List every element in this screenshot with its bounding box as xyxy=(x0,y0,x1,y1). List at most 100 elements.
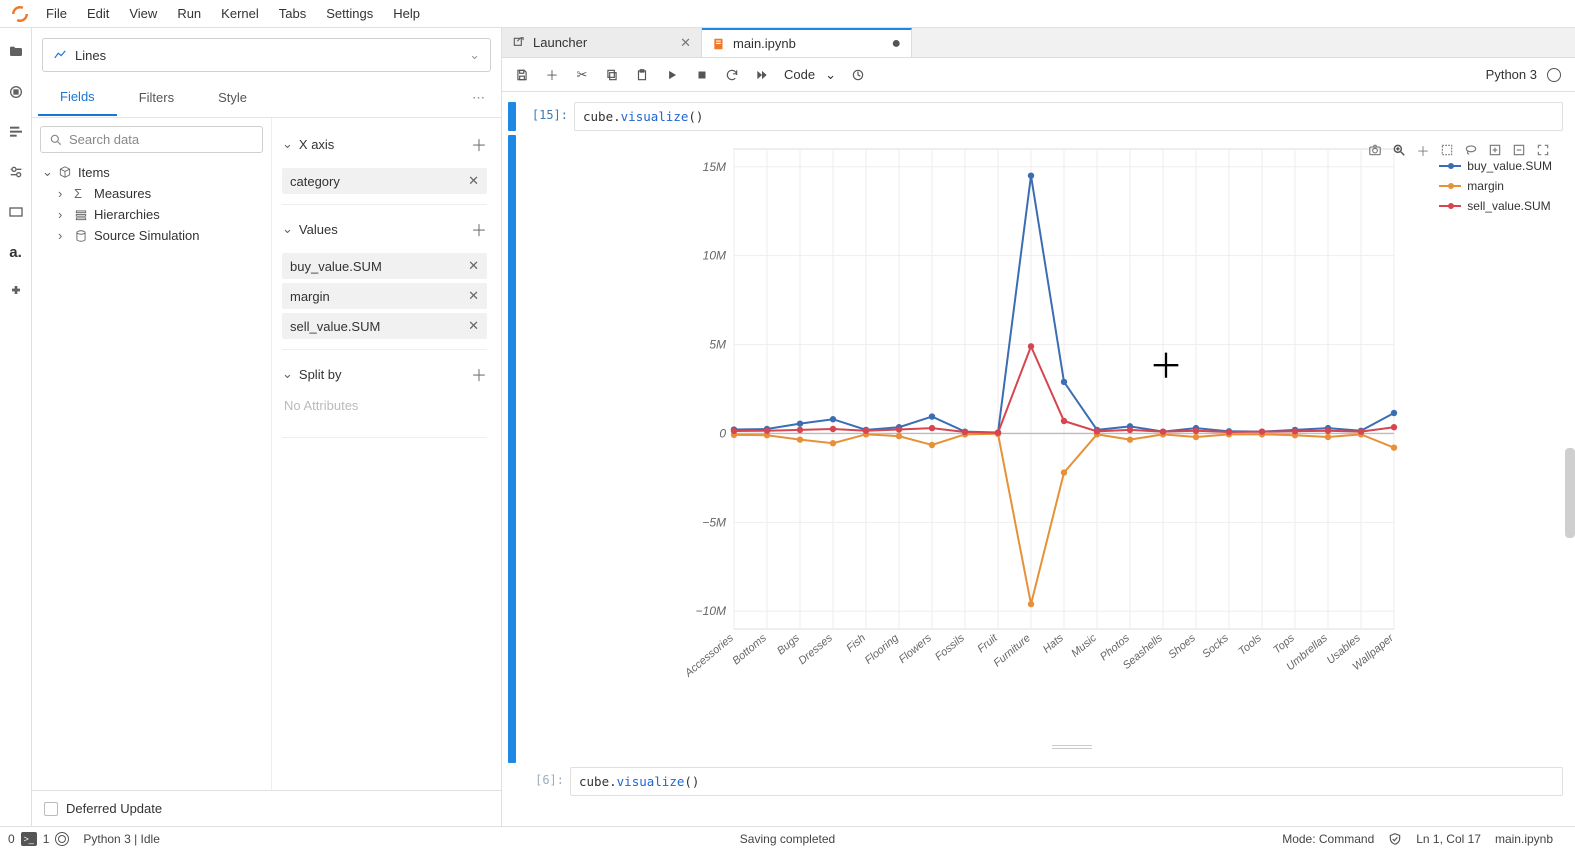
copy-button[interactable] xyxy=(598,62,626,88)
tab-fields[interactable]: Fields xyxy=(38,79,117,116)
svg-text:10M: 10M xyxy=(703,249,726,263)
legend-item[interactable]: buy_value.SUM xyxy=(1439,159,1552,173)
menu-edit[interactable]: Edit xyxy=(77,2,119,25)
svg-text:Socks: Socks xyxy=(1200,632,1231,661)
status-kernel[interactable]: Python 3 | Idle xyxy=(83,832,160,846)
run-all-button[interactable] xyxy=(748,62,776,88)
kernel-status-icon[interactable] xyxy=(1547,68,1561,82)
atoti-icon[interactable]: a. xyxy=(7,243,25,261)
tree-root-items[interactable]: ⌄ Items xyxy=(40,161,263,183)
scrollbar[interactable] xyxy=(1565,448,1575,538)
chart-svg: −10M−5M05M10M15MAccessoriesBottomsBugsDr… xyxy=(594,139,1554,699)
menu-file[interactable]: File xyxy=(36,2,77,25)
cell-gutter xyxy=(508,767,512,796)
chevron-down-icon[interactable]: ⌄ xyxy=(282,136,293,152)
status-cursor[interactable]: Ln 1, Col 17 xyxy=(1416,832,1481,846)
running-icon[interactable] xyxy=(7,83,25,101)
menu-run[interactable]: Run xyxy=(167,2,211,25)
menu-kernel[interactable]: Kernel xyxy=(211,2,269,25)
pan-icon[interactable]: ＋ xyxy=(1414,141,1432,159)
cut-button[interactable]: ✂ xyxy=(568,62,596,88)
svg-text:Furniture: Furniture xyxy=(991,632,1032,669)
render-button[interactable] xyxy=(844,62,872,88)
legend-item[interactable]: margin xyxy=(1439,179,1552,193)
paste-button[interactable] xyxy=(628,62,656,88)
menu-view[interactable]: View xyxy=(119,2,167,25)
notebook-body[interactable]: [15]: cube.visualize() ＋ xyxy=(502,92,1575,826)
status-file[interactable]: main.ipynb xyxy=(1495,832,1553,846)
code-editor[interactable]: cube.visualize() xyxy=(574,102,1563,131)
more-icon[interactable]: ⋯ xyxy=(464,86,495,110)
output-prompt xyxy=(522,135,574,763)
search-icon xyxy=(49,133,63,147)
chip-label: buy_value.SUM xyxy=(290,259,382,274)
hierarchy-icon xyxy=(74,208,88,222)
status-trust[interactable] xyxy=(1388,832,1402,846)
fields-column: Search data ⌄ Items › Σ Measures xyxy=(32,118,272,790)
svg-text:−5M: −5M xyxy=(702,515,726,529)
chip-margin[interactable]: margin✕ xyxy=(282,283,487,309)
add-xaxis-button[interactable]: ＋ xyxy=(471,132,487,156)
add-splitby-button[interactable]: ＋ xyxy=(471,362,487,386)
menu-settings[interactable]: Settings xyxy=(316,2,383,25)
restart-button[interactable] xyxy=(718,62,746,88)
camera-icon[interactable] xyxy=(1366,141,1384,159)
extensions-icon[interactable] xyxy=(7,283,25,301)
menu-tabs[interactable]: Tabs xyxy=(269,2,316,25)
stop-button[interactable] xyxy=(688,62,716,88)
dirty-indicator-icon[interactable]: ● xyxy=(891,35,901,53)
tab-main-ipynb[interactable]: main.ipynb ● xyxy=(702,28,912,57)
legend-swatch-icon xyxy=(1439,165,1461,167)
save-button[interactable] xyxy=(508,62,536,88)
svg-text:Flooring: Flooring xyxy=(863,632,902,667)
remove-chip-icon[interactable]: ✕ xyxy=(468,173,479,189)
resize-handle[interactable] xyxy=(1052,745,1092,749)
notebook-area: Launcher ✕ main.ipynb ● ＋ ✂ xyxy=(502,28,1575,826)
chip-category[interactable]: category ✕ xyxy=(282,168,487,194)
tree-item-source-simulation[interactable]: › Source Simulation xyxy=(56,225,263,246)
activity-bar: a. xyxy=(0,28,32,826)
tree-item-measures[interactable]: › Σ Measures xyxy=(56,183,263,204)
chip-buy-value[interactable]: buy_value.SUM ✕ xyxy=(282,253,487,279)
tab-title: Launcher xyxy=(533,35,587,50)
splitby-placeholder: No Attributes xyxy=(282,394,487,417)
tab-launcher[interactable]: Launcher ✕ xyxy=(502,28,702,57)
remove-chip-icon[interactable]: ✕ xyxy=(468,288,479,304)
code-cell[interactable]: [6]: cube.visualize() xyxy=(508,767,1563,796)
folder-icon[interactable] xyxy=(7,43,25,61)
zoom-icon[interactable] xyxy=(1390,141,1408,159)
svg-text:Bugs: Bugs xyxy=(775,632,802,658)
chevron-down-icon[interactable]: ⌄ xyxy=(282,366,293,382)
code-cell[interactable]: [15]: cube.visualize() xyxy=(508,102,1563,131)
remove-chip-icon[interactable]: ✕ xyxy=(468,258,479,274)
search-input[interactable]: Search data xyxy=(40,126,263,153)
menu-help[interactable]: Help xyxy=(383,2,430,25)
settings-icon[interactable] xyxy=(7,163,25,181)
chart-type-select[interactable]: Lines ⌄ xyxy=(42,38,491,72)
chevron-down-icon[interactable]: ⌄ xyxy=(282,221,293,237)
chip-sell-value[interactable]: sell_value.SUM✕ xyxy=(282,313,487,339)
insert-cell-button[interactable]: ＋ xyxy=(538,62,566,88)
remove-chip-icon[interactable]: ✕ xyxy=(468,318,479,334)
run-button[interactable] xyxy=(658,62,686,88)
commands-icon[interactable] xyxy=(7,123,25,141)
code-editor[interactable]: cube.visualize() xyxy=(570,767,1563,796)
tree-item-hierarchies[interactable]: › Hierarchies xyxy=(56,204,263,225)
status-terminals[interactable]: 0 >_ 1 xyxy=(8,832,69,846)
close-tab-icon[interactable]: ✕ xyxy=(680,35,691,51)
status-mode[interactable]: Mode: Command xyxy=(1282,832,1374,846)
svg-text:Fish: Fish xyxy=(844,632,868,655)
shield-icon xyxy=(1388,832,1402,846)
tabs-icon[interactable] xyxy=(7,203,25,221)
svg-text:Flowers: Flowers xyxy=(897,632,935,666)
tab-filters[interactable]: Filters xyxy=(117,80,196,115)
legend-item[interactable]: sell_value.SUM xyxy=(1439,199,1552,213)
kernel-name[interactable]: Python 3 xyxy=(1486,67,1537,82)
add-value-button[interactable]: ＋ xyxy=(471,217,487,241)
deferred-checkbox[interactable] xyxy=(44,802,58,816)
tab-style[interactable]: Style xyxy=(196,80,269,115)
section-title: Values xyxy=(299,222,338,237)
cell-type-select[interactable]: Code ⌄ xyxy=(778,65,842,85)
plot[interactable]: ＋ −10M−5M05M10M15MAccessoriesBottomsBugs… xyxy=(594,139,1554,739)
cube-icon xyxy=(58,165,72,179)
